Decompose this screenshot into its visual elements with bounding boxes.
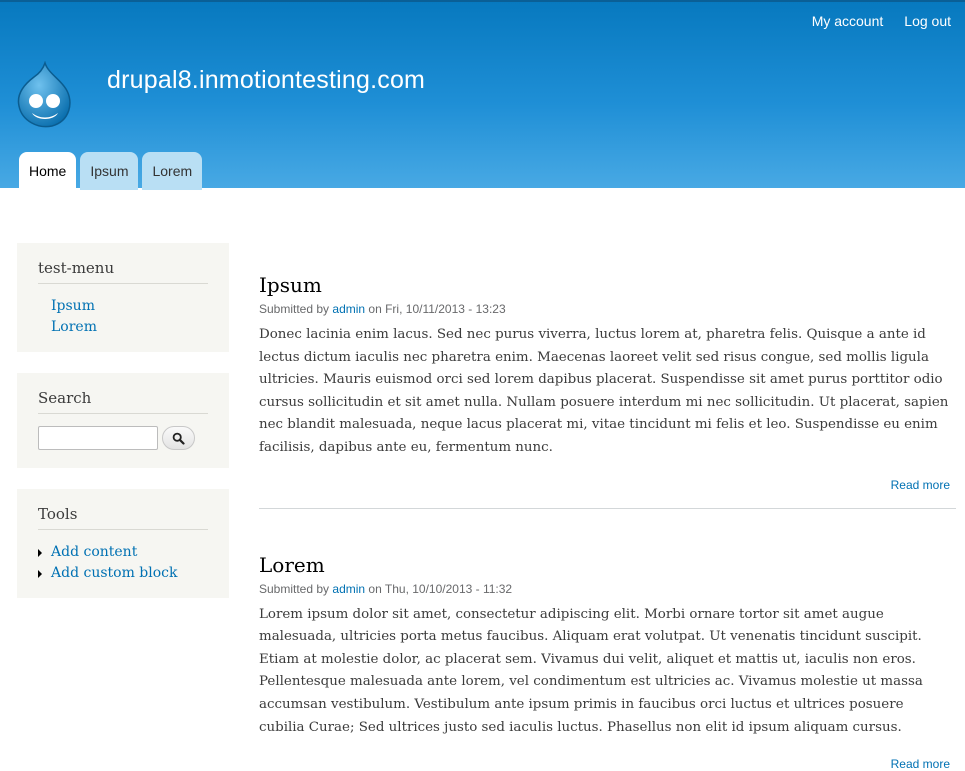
log-out-link[interactable]: Log out xyxy=(904,13,951,29)
list-item: Add content xyxy=(38,542,208,563)
drupal-logo-icon[interactable] xyxy=(16,61,74,128)
tools-list: Add content Add custom block xyxy=(38,542,208,584)
add-content-link[interactable]: Add content xyxy=(51,544,137,560)
search-form xyxy=(38,426,208,454)
tools-block: Tools Add content Add custom block xyxy=(17,489,229,598)
article-divider xyxy=(259,507,956,509)
author-link[interactable]: admin xyxy=(332,582,365,596)
add-custom-block-link[interactable]: Add custom block xyxy=(51,565,178,581)
test-menu-link-lorem[interactable]: Lorem xyxy=(51,319,97,335)
article-body: Donec lacinia enim lacus. Sed nec purus … xyxy=(259,327,949,455)
read-more-row: Read more xyxy=(259,478,956,492)
search-button[interactable] xyxy=(162,426,195,450)
article-meta: Submitted by admin on Fri, 10/11/2013 - … xyxy=(259,302,956,316)
article-title[interactable]: Ipsum xyxy=(259,273,322,297)
main-content: Ipsum Submitted by admin on Fri, 10/11/2… xyxy=(259,272,956,771)
sidebar: test-menu Ipsum Lorem Search Tools Add c… xyxy=(17,243,229,619)
my-account-link[interactable]: My account xyxy=(812,13,884,29)
submitted-label: Submitted by xyxy=(259,302,330,316)
article-title[interactable]: Lorem xyxy=(259,553,325,577)
tools-title: Tools xyxy=(38,505,208,530)
list-item: Lorem xyxy=(51,317,208,338)
read-more-link[interactable]: Read more xyxy=(891,478,950,492)
submitted-date: on Thu, 10/10/2013 - 11:32 xyxy=(368,581,513,596)
test-menu-list: Ipsum Lorem xyxy=(38,296,208,338)
list-item: Add custom block xyxy=(38,563,208,584)
search-icon xyxy=(172,432,185,445)
search-input[interactable] xyxy=(38,426,158,450)
secondary-menu: My account Log out xyxy=(812,13,951,29)
tab-lorem[interactable]: Lorem xyxy=(142,152,203,190)
submitted-date: on Fri, 10/11/2013 - 13:23 xyxy=(368,302,506,316)
primary-tabs: Home Ipsum Lorem xyxy=(19,152,203,190)
submitted-label: Submitted by xyxy=(259,581,330,596)
tab-ipsum[interactable]: Ipsum xyxy=(80,152,139,190)
test-menu-block: test-menu Ipsum Lorem xyxy=(17,243,229,352)
test-menu-title: test-menu xyxy=(38,259,208,284)
article-teaser: Ipsum Submitted by admin on Fri, 10/11/2… xyxy=(259,272,956,492)
site-header: My account Log out drupal8.inmotiontesti… xyxy=(0,0,965,190)
search-block: Search xyxy=(17,373,229,468)
test-menu-link-ipsum[interactable]: Ipsum xyxy=(51,298,95,314)
search-title: Search xyxy=(38,389,208,414)
site-name[interactable]: drupal8.inmotiontesting.com xyxy=(107,66,425,95)
list-item: Ipsum xyxy=(51,296,208,317)
author-link[interactable]: admin xyxy=(332,302,365,316)
tab-home[interactable]: Home xyxy=(19,152,77,190)
article-meta: Submitted by admin on Thu, 10/10/2013 - … xyxy=(259,582,956,596)
article-body: Lorem ipsum dolor sit amet, consectetur … xyxy=(259,606,923,735)
article-teaser: Lorem Submitted by admin on Thu, 10/10/2… xyxy=(259,552,956,771)
